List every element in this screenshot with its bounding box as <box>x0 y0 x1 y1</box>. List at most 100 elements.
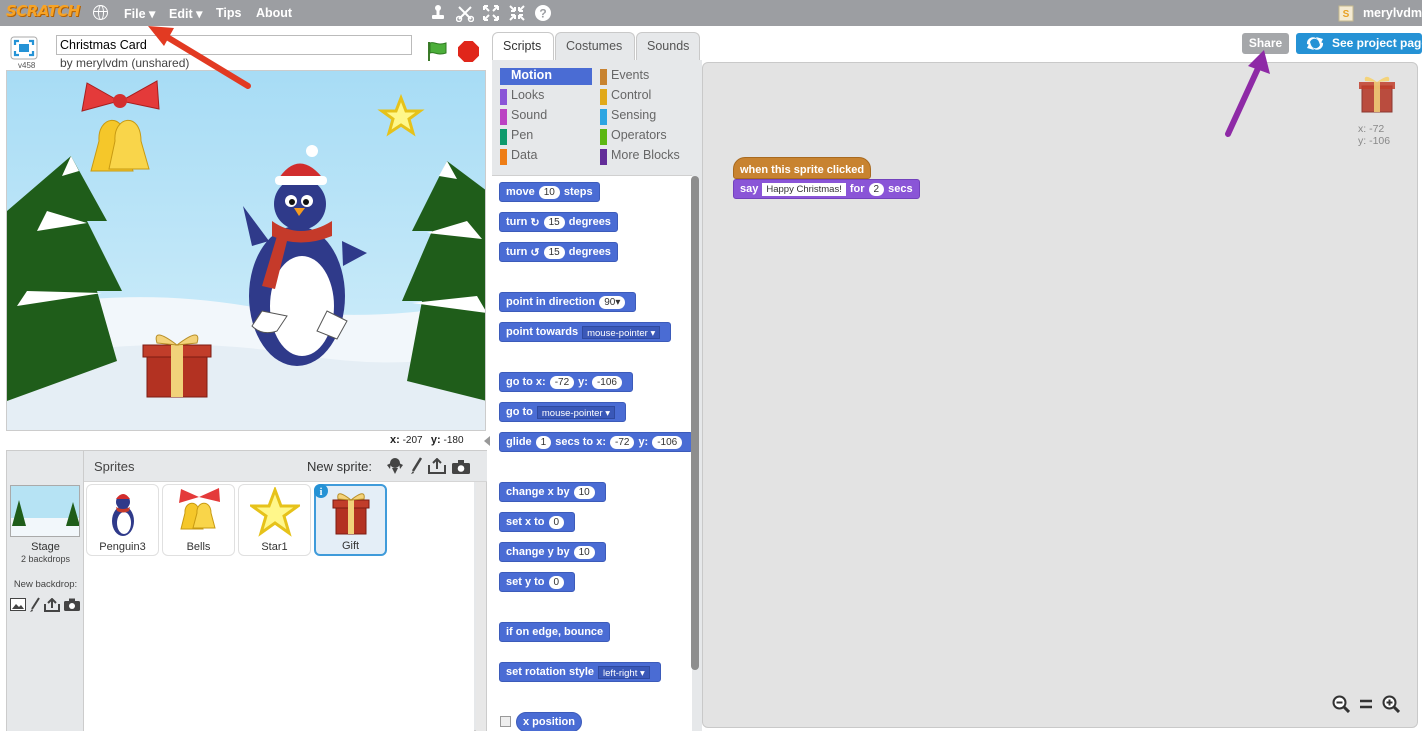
grow-icon[interactable] <box>482 4 500 22</box>
block-arg[interactable]: 0 <box>548 515 565 529</box>
block-arg[interactable]: 90▾ <box>599 295 626 309</box>
sprite-y-label: y: <box>1358 135 1367 147</box>
camera-sprite-icon[interactable] <box>452 459 470 474</box>
block-set-y[interactable]: set y to 0 <box>499 572 576 592</box>
user-menu[interactable]: S merylvdm <box>1337 0 1422 26</box>
category-events[interactable]: Events <box>600 68 692 85</box>
palette-scrollbar[interactable] <box>691 176 699 670</box>
paint-sprite-icon[interactable] <box>410 457 422 475</box>
camera-icon[interactable] <box>64 598 80 611</box>
username[interactable]: merylvdm <box>1363 6 1422 20</box>
duplicate-stamp-icon[interactable] <box>430 4 446 22</box>
block-dropdown[interactable]: left-right <box>598 665 650 679</box>
tab-costumes[interactable]: Costumes <box>555 32 635 60</box>
block-point-towards[interactable]: point towards mouse-pointer <box>499 322 672 342</box>
file-menu[interactable]: File ▾ <box>124 6 155 21</box>
sprite-tile-penguin3[interactable]: Penguin3 <box>86 484 159 556</box>
say-text-input[interactable]: Happy Christmas! <box>762 182 846 196</box>
block-arg[interactable]: -106 <box>652 435 683 449</box>
category-pen[interactable]: Pen <box>500 128 592 145</box>
paint-backdrop-icon[interactable] <box>10 598 26 611</box>
block-arg[interactable]: 15 <box>543 245 565 259</box>
my-stuff-icon[interactable]: S <box>1337 3 1355 23</box>
block-rotation-style[interactable]: set rotation style left-right <box>499 662 661 682</box>
tab-sounds[interactable]: Sounds <box>636 32 700 60</box>
block-text: set rotation style <box>506 666 595 678</box>
sprite-tile-gift[interactable]: Gift i <box>314 484 387 556</box>
project-title-input[interactable] <box>56 35 412 55</box>
sprite-tile-star1[interactable]: Star1 <box>238 484 311 556</box>
choose-sprite-icon[interactable] <box>386 457 404 475</box>
stage-thumbnail[interactable] <box>10 485 80 537</box>
zoom-reset-icon[interactable] <box>1358 695 1374 713</box>
block-turn-right[interactable]: turn ↻ 15 degrees <box>499 212 618 232</box>
block-change-x[interactable]: change x by 10 <box>499 482 606 502</box>
block-point-direction[interactable]: point in direction 90▾ <box>499 292 637 312</box>
category-sensing[interactable]: Sensing <box>600 108 692 125</box>
scripts-area[interactable]: when this sprite clicked say Happy Chris… <box>702 62 1418 728</box>
zoom-in-icon[interactable] <box>1382 695 1400 713</box>
shrink-icon[interactable] <box>508 4 526 22</box>
fullscreen-icon[interactable] <box>10 36 38 60</box>
edit-menu[interactable]: Edit ▾ <box>169 6 202 21</box>
green-flag-icon[interactable] <box>426 40 448 62</box>
upload-icon[interactable] <box>44 597 60 612</box>
block-x-position[interactable]: x position <box>516 712 582 731</box>
block-arg[interactable]: 1 <box>535 435 552 449</box>
block-go-to-xy[interactable]: go to x: -72 y: -106 <box>499 372 633 392</box>
zoom-out-icon[interactable] <box>1332 695 1350 713</box>
say-secs-input[interactable]: 2 <box>868 182 885 196</box>
see-project-page-button[interactable]: See project page <box>1296 33 1422 54</box>
block-move[interactable]: move 10 steps <box>499 182 600 202</box>
block-set-x[interactable]: set x to 0 <box>499 512 576 532</box>
category-operators[interactable]: Operators <box>600 128 692 145</box>
block-change-y[interactable]: change y by 10 <box>499 542 606 562</box>
block-glide[interactable]: glide 1 secs to x: -72 y: -106 <box>499 432 694 452</box>
block-arg[interactable]: -72 <box>609 435 635 449</box>
block-arg[interactable]: -106 <box>591 375 622 389</box>
block-text: point towards <box>506 326 579 338</box>
block-arg[interactable]: -72 <box>549 375 575 389</box>
category-label: Sound <box>511 108 548 122</box>
info-icon[interactable]: i <box>314 484 328 498</box>
category-swatch <box>500 109 507 125</box>
block-arg[interactable]: 10 <box>573 545 595 559</box>
hat-block-when-clicked[interactable]: when this sprite clicked <box>733 157 872 179</box>
category-label: Looks <box>511 88 545 102</box>
category-looks[interactable]: Looks <box>500 88 592 105</box>
share-button[interactable]: Share <box>1242 33 1289 54</box>
block-arg[interactable]: 10 <box>538 185 560 199</box>
category-data[interactable]: Data <box>500 148 592 165</box>
block-text: secs <box>888 183 913 195</box>
category-more-blocks[interactable]: More Blocks <box>600 148 692 165</box>
sprite-list-scrollbar[interactable] <box>476 482 486 731</box>
tips-menu[interactable]: Tips <box>216 6 241 20</box>
block-dropdown[interactable]: mouse-pointer <box>536 405 616 419</box>
block-turn-left[interactable]: turn ↺ 15 degrees <box>499 242 618 262</box>
brush-icon[interactable] <box>30 597 40 612</box>
block-go-to[interactable]: go to mouse-pointer <box>499 402 627 422</box>
block-arg[interactable]: 0 <box>548 575 565 589</box>
stage-canvas[interactable] <box>6 70 486 431</box>
stop-icon[interactable] <box>458 41 479 62</box>
block-dropdown[interactable]: mouse-pointer <box>582 325 661 339</box>
scratch-logo[interactable]: SCRATCH <box>6 2 80 20</box>
category-control[interactable]: Control <box>600 88 692 105</box>
help-icon[interactable]: ? <box>534 4 552 22</box>
sprite-tile-bells[interactable]: Bells <box>162 484 235 556</box>
block-arg[interactable]: 15 <box>543 215 565 229</box>
delete-scissors-icon[interactable] <box>456 4 474 22</box>
menubar: SCRATCH File ▾ Edit ▾ Tips About ? S mer… <box>0 0 1422 26</box>
block-bounce[interactable]: if on edge, bounce <box>499 622 611 642</box>
about-menu[interactable]: About <box>256 6 292 20</box>
collapse-arrow-icon[interactable] <box>483 435 491 447</box>
block-say-for-secs[interactable]: say Happy Christmas! for 2 secs <box>733 179 920 199</box>
category-sound[interactable]: Sound <box>500 108 592 125</box>
tab-scripts[interactable]: Scripts <box>492 32 554 61</box>
globe-icon[interactable] <box>93 5 108 20</box>
x-position-checkbox[interactable] <box>500 716 511 727</box>
category-motion[interactable]: Motion <box>500 68 592 85</box>
block-text: when this sprite clicked <box>740 163 865 176</box>
block-arg[interactable]: 10 <box>573 485 595 499</box>
upload-sprite-icon[interactable] <box>428 458 446 474</box>
